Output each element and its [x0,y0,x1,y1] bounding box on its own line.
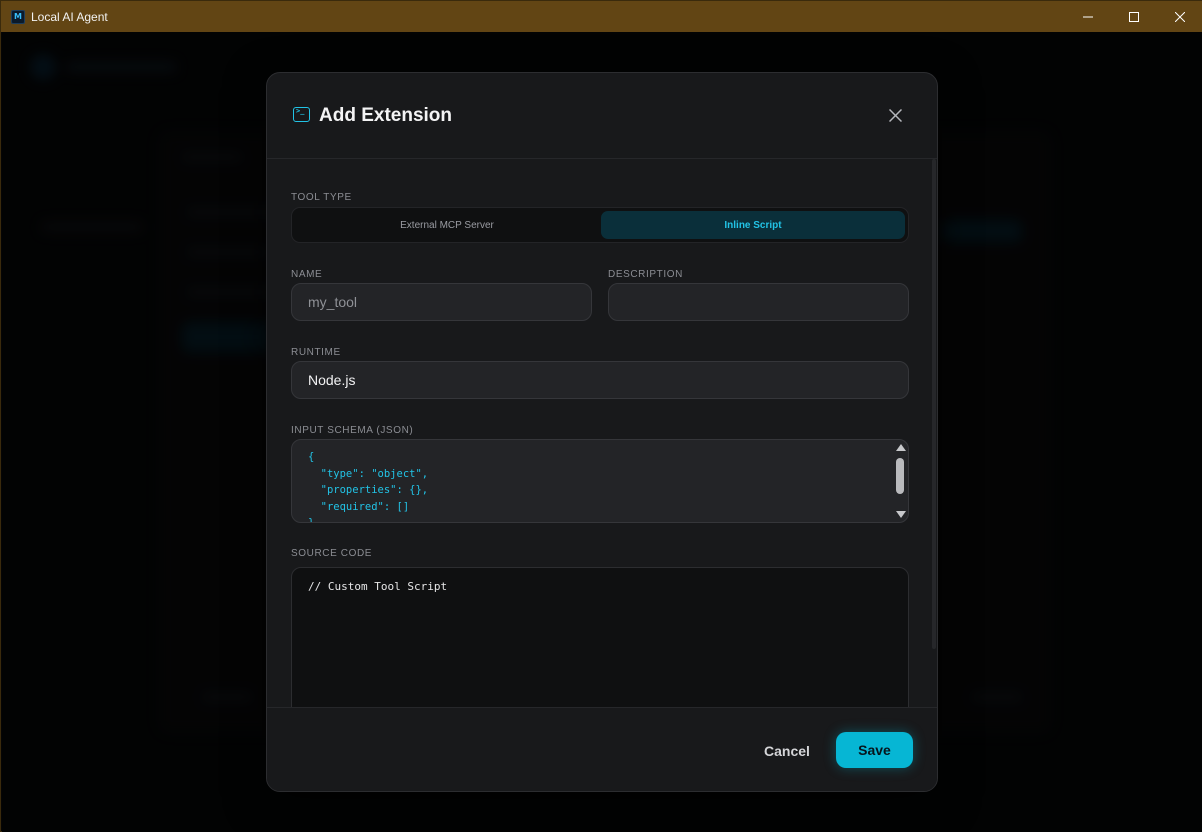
close-dialog-button[interactable] [885,105,905,125]
minimize-icon [1083,16,1093,17]
terminal-icon [293,107,310,122]
description-label: DESCRIPTION [608,269,683,280]
app-window: M Local AI Agent >_ Add Extension TOOL T… [0,0,1202,832]
scroll-down-arrow-icon[interactable] [896,511,906,518]
dialog-header: Add Extension [267,73,937,159]
tab-inline-script[interactable]: Inline Script [601,211,905,239]
schema-scrollbar[interactable] [894,443,906,519]
close-icon [888,108,902,122]
description-input[interactable] [608,283,909,321]
tool-type-selector: External MCP Server Inline Script [291,207,909,243]
dialog-body: TOOL TYPE External MCP Server Inline Scr… [267,159,937,747]
tool-type-label: TOOL TYPE [291,192,352,203]
input-schema-label: INPUT SCHEMA (JSON) [291,425,414,436]
maximize-icon [1129,11,1139,22]
close-icon [1175,11,1185,22]
scroll-thumb[interactable] [896,458,904,494]
close-window-button[interactable] [1157,1,1202,32]
save-button[interactable]: Save [836,732,913,768]
window-title: Local AI Agent [31,9,108,24]
runtime-label: RUNTIME [291,347,341,358]
window-controls [1065,1,1202,32]
input-schema-editor[interactable]: { "type": "object", "properties": {}, "r… [291,439,909,523]
cancel-button[interactable]: Cancel [751,734,823,768]
name-input[interactable]: my_tool [291,283,592,321]
maximize-button[interactable] [1111,1,1157,32]
app-logo-icon: M [11,9,25,24]
dialog-footer: Cancel Save [267,707,937,791]
title-bar[interactable]: M Local AI Agent [1,1,1202,32]
dialog-scrollbar[interactable] [932,159,936,649]
add-extension-dialog: Add Extension TOOL TYPE External MCP Ser… [266,72,938,792]
source-code-label: SOURCE CODE [291,548,373,559]
dialog-title: Add Extension [319,105,453,126]
minimize-button[interactable] [1065,1,1111,32]
source-code-text[interactable]: // Custom Tool Script [308,580,447,593]
runtime-select[interactable]: Node.js [291,361,909,399]
name-label: NAME [291,269,323,280]
scroll-up-arrow-icon[interactable] [896,444,906,451]
input-schema-code[interactable]: { "type": "object", "properties": {}, "r… [308,449,428,522]
tab-external-mcp-server[interactable]: External MCP Server [295,211,599,239]
